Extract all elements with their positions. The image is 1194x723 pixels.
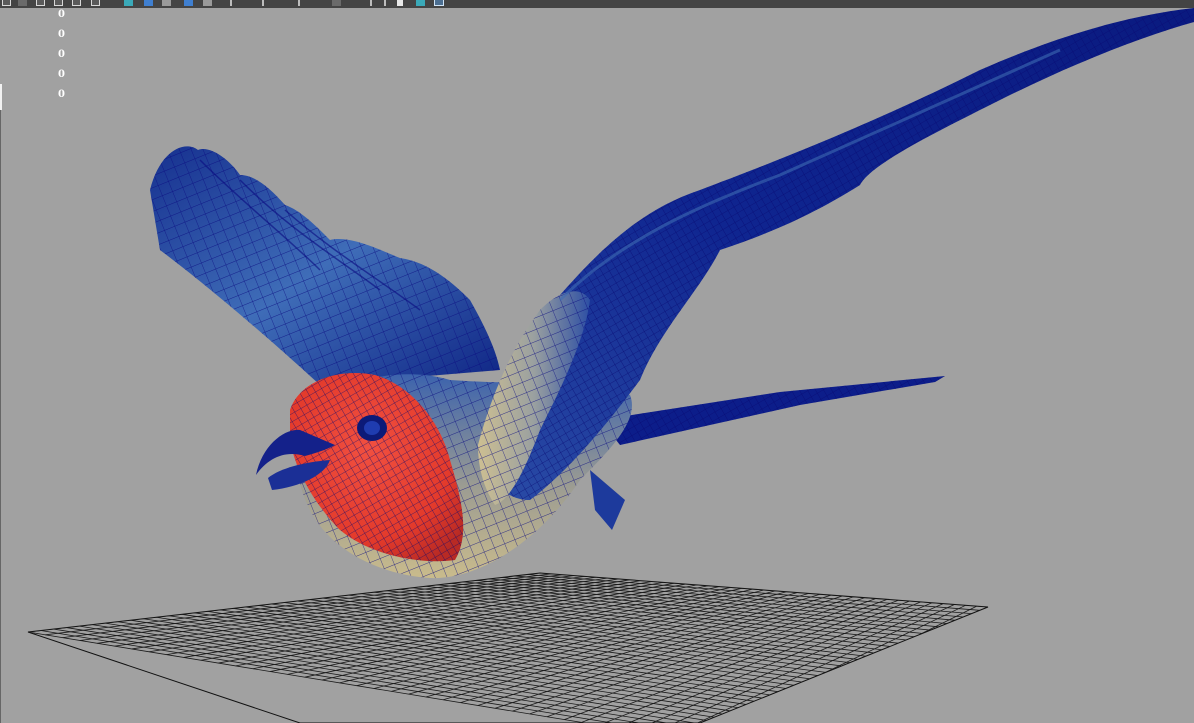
resolution-gate-icon[interactable] bbox=[397, 0, 403, 6]
light-icon[interactable] bbox=[203, 0, 212, 6]
slider-icon[interactable] bbox=[262, 0, 264, 6]
3d-viewport[interactable] bbox=[0, 8, 1194, 723]
tail bbox=[590, 376, 945, 530]
camera-icon[interactable] bbox=[54, 0, 63, 6]
layout-icon[interactable] bbox=[91, 0, 100, 6]
lasso-tool-icon[interactable] bbox=[18, 0, 27, 6]
viewport-toolbar bbox=[0, 0, 1194, 8]
paint-tool-icon[interactable] bbox=[36, 0, 45, 6]
ground-grid bbox=[27, 572, 989, 723]
isolate-icon[interactable] bbox=[184, 0, 193, 6]
select-tool-icon[interactable] bbox=[2, 0, 11, 6]
film-gate-icon[interactable] bbox=[416, 0, 425, 6]
resolution-icon[interactable] bbox=[370, 0, 372, 6]
safe-frame-icon[interactable] bbox=[434, 0, 444, 6]
view-icon[interactable] bbox=[72, 0, 81, 6]
snap-icon[interactable] bbox=[298, 0, 300, 6]
shaded-sphere-icon[interactable] bbox=[124, 0, 133, 6]
xray-icon[interactable] bbox=[230, 0, 232, 6]
wireframe-cube-icon[interactable] bbox=[144, 0, 153, 6]
left-wing bbox=[150, 146, 500, 385]
grid-icon[interactable] bbox=[332, 0, 341, 6]
right-wing bbox=[478, 8, 1194, 505]
frame-icon[interactable] bbox=[384, 0, 386, 6]
display-icon[interactable] bbox=[162, 0, 171, 6]
